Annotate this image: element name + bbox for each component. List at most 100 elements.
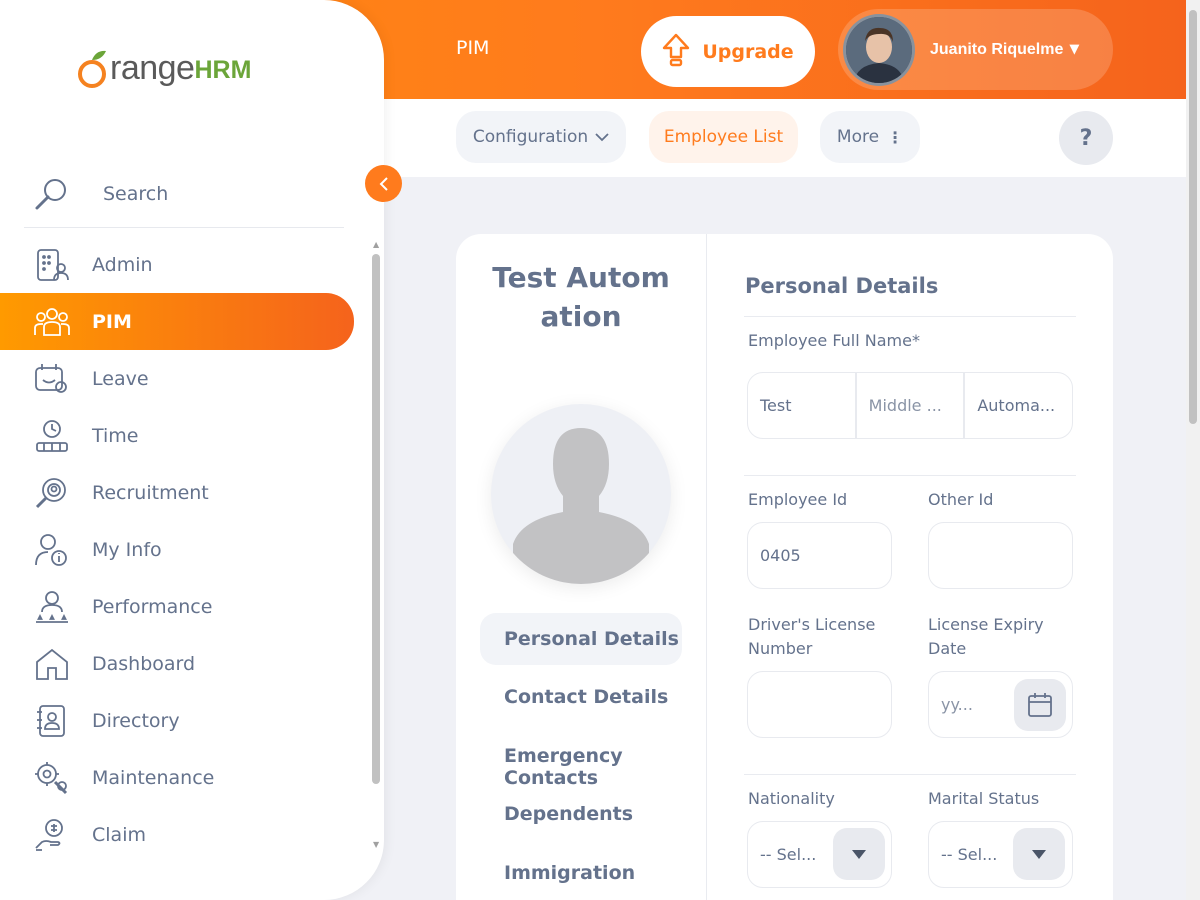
dashboard-icon bbox=[34, 646, 70, 682]
tab-label: Personal Details bbox=[504, 628, 679, 650]
other-id-label: Other Id bbox=[928, 490, 994, 509]
page-scrollbar[interactable] bbox=[1186, 0, 1200, 900]
more-menu[interactable]: More ⋮ bbox=[820, 111, 920, 163]
employee-list-tab[interactable]: Employee List bbox=[649, 111, 798, 163]
search-icon bbox=[34, 176, 70, 212]
collapse-sidebar-button[interactable] bbox=[365, 165, 402, 202]
section-title: Personal Details bbox=[745, 274, 939, 298]
employee-name: Test Automation bbox=[492, 261, 670, 333]
sidebar-item-time[interactable]: Time bbox=[0, 407, 354, 464]
tab-dependents[interactable]: Dependents bbox=[480, 803, 682, 825]
last-name-input[interactable]: Automa... bbox=[965, 373, 1072, 438]
sidebar-item-label: Performance bbox=[92, 595, 213, 618]
more-dots-icon: ⋮ bbox=[887, 127, 904, 147]
user-avatar bbox=[843, 13, 915, 86]
caret-down-icon bbox=[1032, 849, 1046, 859]
divider bbox=[744, 774, 1076, 775]
chevron-left-icon bbox=[379, 176, 388, 191]
other-id-input[interactable] bbox=[928, 522, 1073, 589]
tab-label: Contact Details bbox=[504, 686, 669, 708]
more-label: More bbox=[836, 127, 880, 147]
sidebar-item-label: Time bbox=[92, 424, 139, 447]
sidebar-item-label: My Info bbox=[92, 538, 162, 561]
license-number-label: Driver's License Number bbox=[748, 615, 876, 658]
tab-contact-details[interactable]: Contact Details bbox=[480, 686, 682, 708]
tab-personal-details[interactable]: Personal Details bbox=[480, 613, 682, 665]
nationality-dropdown-button[interactable] bbox=[833, 828, 885, 880]
recruitment-icon bbox=[34, 475, 70, 511]
sidebar-item-label: Maintenance bbox=[92, 766, 215, 789]
sidebar-item-my-info[interactable]: My Info bbox=[0, 521, 354, 578]
page-scrollbar-thumb[interactable] bbox=[1189, 10, 1197, 424]
sidebar-item-label: Dashboard bbox=[92, 652, 196, 675]
nationality-label: Nationality bbox=[748, 789, 835, 808]
help-button[interactable]: ? bbox=[1059, 111, 1113, 165]
tab-immigration[interactable]: Immigration bbox=[480, 862, 682, 884]
first-name-input[interactable]: Test bbox=[748, 373, 857, 438]
divider bbox=[744, 475, 1076, 476]
marital-status-dropdown-button[interactable] bbox=[1013, 828, 1065, 880]
search-label: Search bbox=[103, 182, 169, 205]
upgrade-arrow-icon bbox=[662, 33, 690, 71]
sidebar-item-dashboard[interactable]: Dashboard bbox=[0, 635, 354, 692]
employee-id-label: Employee Id bbox=[748, 490, 848, 509]
orangehrm-logo: range HRM bbox=[76, 48, 251, 88]
search-input[interactable]: Search bbox=[24, 160, 344, 228]
sidebar-item-label: PIM bbox=[92, 310, 132, 333]
calendar-icon bbox=[1028, 693, 1052, 717]
sidebar-scrollbar[interactable]: ▲ ▼ bbox=[370, 240, 382, 852]
directory-icon bbox=[34, 703, 70, 739]
tab-label: Emergency Contacts bbox=[504, 745, 623, 789]
calendar-button[interactable] bbox=[1014, 679, 1066, 731]
sidebar-item-pim[interactable]: PIM bbox=[0, 293, 354, 350]
sidebar-item-admin[interactable]: Admin bbox=[0, 236, 354, 293]
upgrade-label: Upgrade bbox=[702, 40, 794, 63]
sidebar-scrollbar-thumb[interactable] bbox=[372, 254, 380, 784]
sidebar-item-label: Claim bbox=[92, 823, 146, 846]
sidebar-item-label: Recruitment bbox=[92, 481, 209, 504]
module-title: PIM bbox=[456, 37, 490, 59]
configuration-label: Configuration bbox=[472, 127, 589, 147]
sidebar-item-label: Directory bbox=[92, 709, 180, 732]
caret-down-icon bbox=[852, 849, 866, 859]
sidebar-item-performance[interactable]: Performance bbox=[0, 578, 354, 635]
employee-id-input[interactable]: 0405 bbox=[747, 522, 892, 589]
pim-icon bbox=[34, 304, 70, 340]
full-name-label: Employee Full Name* bbox=[748, 331, 920, 350]
user-dropdown[interactable]: Juanito Riquelme ▼ bbox=[838, 9, 1113, 90]
tab-emergency-contacts[interactable]: Emergency Contacts bbox=[480, 745, 682, 789]
middle-name-input[interactable]: Middle ... bbox=[857, 373, 966, 438]
claim-icon bbox=[34, 817, 70, 853]
license-expiry-label: License Expiry Date bbox=[928, 615, 1044, 658]
full-name-group: Test Middle ... Automa... bbox=[747, 372, 1073, 439]
chevron-down-icon bbox=[595, 127, 609, 147]
sidebar-item-claim[interactable]: Claim bbox=[0, 806, 354, 863]
caret-down-icon: ▼ bbox=[1069, 42, 1080, 57]
my-info-icon bbox=[34, 532, 70, 568]
configuration-menu[interactable]: Configuration bbox=[456, 111, 626, 163]
nationality-value: -- Sel... bbox=[760, 845, 817, 864]
sidebar: range HRM Search Admin PIM Leave Time Re… bbox=[0, 0, 384, 900]
employee-photo[interactable] bbox=[491, 404, 671, 584]
license-number-input[interactable] bbox=[747, 671, 892, 738]
maintenance-icon bbox=[34, 760, 70, 796]
card-divider bbox=[706, 234, 707, 900]
sidebar-item-maintenance[interactable]: Maintenance bbox=[0, 749, 354, 806]
orange-logo-icon bbox=[78, 50, 106, 88]
leave-icon bbox=[34, 361, 70, 397]
license-expiry-placeholder: yy... bbox=[941, 695, 973, 714]
admin-icon bbox=[34, 247, 70, 283]
upgrade-button[interactable]: Upgrade bbox=[641, 16, 815, 87]
time-icon bbox=[34, 418, 70, 454]
logo-text: range bbox=[110, 49, 195, 87]
marital-status-label: Marital Status bbox=[928, 789, 1040, 808]
sidebar-item-recruitment[interactable]: Recruitment bbox=[0, 464, 354, 521]
logo-hrm: HRM bbox=[194, 56, 252, 84]
sidebar-item-directory[interactable]: Directory bbox=[0, 692, 354, 749]
tab-label: Immigration bbox=[504, 862, 636, 884]
sub-navigation: Configuration Employee List More ⋮ ? bbox=[384, 99, 1186, 177]
employee-list-label: Employee List bbox=[663, 127, 784, 147]
tab-label: Dependents bbox=[504, 803, 634, 825]
user-name: Juanito Riquelme bbox=[930, 40, 1064, 58]
sidebar-item-leave[interactable]: Leave bbox=[0, 350, 354, 407]
